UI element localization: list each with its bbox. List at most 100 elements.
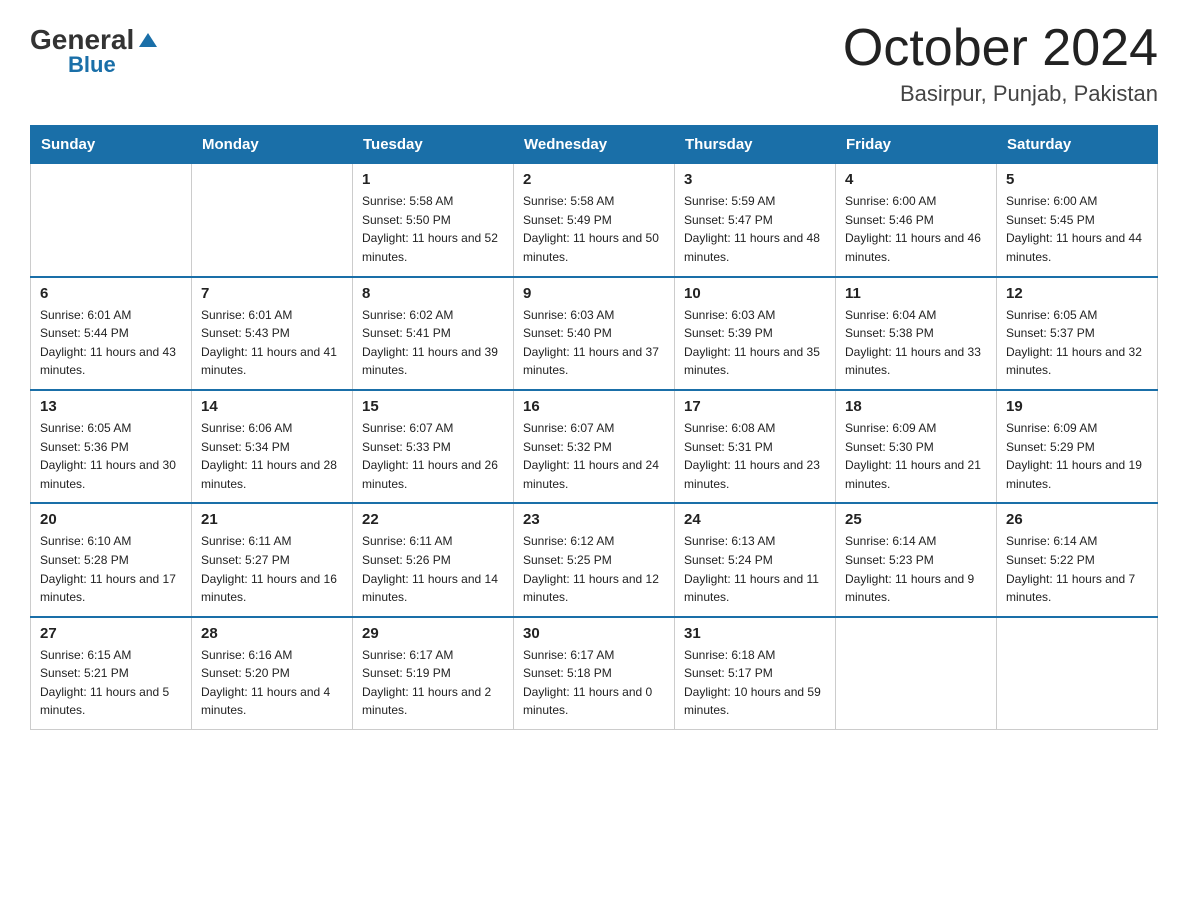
calendar-day-cell: 22Sunrise: 6:11 AMSunset: 5:26 PMDayligh… xyxy=(353,503,514,616)
calendar-day-cell: 5Sunrise: 6:00 AMSunset: 5:45 PMDaylight… xyxy=(997,164,1158,277)
calendar-week-row: 1Sunrise: 5:58 AMSunset: 5:50 PMDaylight… xyxy=(31,164,1158,277)
day-info-line: Sunset: 5:50 PM xyxy=(362,211,504,230)
day-info-line: Sunrise: 6:03 AM xyxy=(523,306,665,325)
day-info: Sunrise: 6:09 AMSunset: 5:29 PMDaylight:… xyxy=(1006,419,1148,493)
day-info-line: Daylight: 10 hours and 59 minutes. xyxy=(684,683,826,720)
day-info-line: Daylight: 11 hours and 11 minutes. xyxy=(684,570,826,607)
day-number: 24 xyxy=(684,511,826,528)
day-info-line: Sunrise: 6:11 AM xyxy=(362,532,504,551)
day-info-line: Sunset: 5:47 PM xyxy=(684,211,826,230)
calendar-day-cell: 27Sunrise: 6:15 AMSunset: 5:21 PMDayligh… xyxy=(31,617,192,730)
day-info-line: Daylight: 11 hours and 9 minutes. xyxy=(845,570,987,607)
day-info-line: Sunset: 5:31 PM xyxy=(684,438,826,457)
day-info-line: Daylight: 11 hours and 44 minutes. xyxy=(1006,229,1148,266)
day-info-line: Sunrise: 6:10 AM xyxy=(40,532,182,551)
day-info-line: Daylight: 11 hours and 48 minutes. xyxy=(684,229,826,266)
day-info-line: Sunrise: 5:59 AM xyxy=(684,192,826,211)
day-number: 23 xyxy=(523,511,665,528)
calendar-day-cell: 11Sunrise: 6:04 AMSunset: 5:38 PMDayligh… xyxy=(836,277,997,390)
logo-general-text: General xyxy=(30,26,134,54)
day-info-line: Sunrise: 6:08 AM xyxy=(684,419,826,438)
day-number: 14 xyxy=(201,398,343,415)
day-info-line: Sunrise: 6:03 AM xyxy=(684,306,826,325)
calendar-day-cell: 23Sunrise: 6:12 AMSunset: 5:25 PMDayligh… xyxy=(514,503,675,616)
day-info-line: Sunrise: 6:00 AM xyxy=(845,192,987,211)
day-info-line: Sunrise: 6:01 AM xyxy=(40,306,182,325)
day-info: Sunrise: 6:11 AMSunset: 5:26 PMDaylight:… xyxy=(362,532,504,606)
day-info-line: Sunrise: 6:17 AM xyxy=(362,646,504,665)
day-info-line: Sunrise: 6:04 AM xyxy=(845,306,987,325)
location-title: Basirpur, Punjab, Pakistan xyxy=(843,81,1158,107)
day-info-line: Daylight: 11 hours and 24 minutes. xyxy=(523,456,665,493)
day-info-line: Sunset: 5:23 PM xyxy=(845,551,987,570)
calendar-day-cell: 6Sunrise: 6:01 AMSunset: 5:44 PMDaylight… xyxy=(31,277,192,390)
calendar-day-cell: 28Sunrise: 6:16 AMSunset: 5:20 PMDayligh… xyxy=(192,617,353,730)
day-info-line: Daylight: 11 hours and 16 minutes. xyxy=(201,570,343,607)
calendar-week-row: 13Sunrise: 6:05 AMSunset: 5:36 PMDayligh… xyxy=(31,390,1158,503)
day-info-line: Sunrise: 6:14 AM xyxy=(1006,532,1148,551)
logo-triangle-icon xyxy=(137,29,159,51)
day-info: Sunrise: 6:07 AMSunset: 5:32 PMDaylight:… xyxy=(523,419,665,493)
calendar-day-cell: 31Sunrise: 6:18 AMSunset: 5:17 PMDayligh… xyxy=(675,617,836,730)
day-info: Sunrise: 6:02 AMSunset: 5:41 PMDaylight:… xyxy=(362,306,504,380)
day-info: Sunrise: 6:00 AMSunset: 5:46 PMDaylight:… xyxy=(845,192,987,266)
calendar-day-cell: 4Sunrise: 6:00 AMSunset: 5:46 PMDaylight… xyxy=(836,164,997,277)
day-info-line: Sunset: 5:30 PM xyxy=(845,438,987,457)
calendar-weekday-header: Tuesday xyxy=(353,126,514,164)
day-info-line: Sunset: 5:17 PM xyxy=(684,664,826,683)
logo: General Blue xyxy=(30,20,159,78)
day-info-line: Sunrise: 6:18 AM xyxy=(684,646,826,665)
day-info-line: Sunrise: 6:00 AM xyxy=(1006,192,1148,211)
day-info: Sunrise: 6:03 AMSunset: 5:40 PMDaylight:… xyxy=(523,306,665,380)
day-info-line: Sunset: 5:49 PM xyxy=(523,211,665,230)
day-info: Sunrise: 6:17 AMSunset: 5:19 PMDaylight:… xyxy=(362,646,504,720)
day-info-line: Sunrise: 6:14 AM xyxy=(845,532,987,551)
day-info-line: Sunset: 5:20 PM xyxy=(201,664,343,683)
day-number: 17 xyxy=(684,398,826,415)
calendar-day-cell xyxy=(31,164,192,277)
day-info-line: Sunset: 5:46 PM xyxy=(845,211,987,230)
day-info: Sunrise: 6:06 AMSunset: 5:34 PMDaylight:… xyxy=(201,419,343,493)
calendar-day-cell: 18Sunrise: 6:09 AMSunset: 5:30 PMDayligh… xyxy=(836,390,997,503)
calendar-week-row: 27Sunrise: 6:15 AMSunset: 5:21 PMDayligh… xyxy=(31,617,1158,730)
day-info-line: Daylight: 11 hours and 52 minutes. xyxy=(362,229,504,266)
day-info-line: Sunset: 5:24 PM xyxy=(684,551,826,570)
day-info: Sunrise: 6:17 AMSunset: 5:18 PMDaylight:… xyxy=(523,646,665,720)
day-info-line: Daylight: 11 hours and 39 minutes. xyxy=(362,343,504,380)
logo-blue-text: Blue xyxy=(68,52,116,78)
day-number: 30 xyxy=(523,625,665,642)
calendar-day-cell: 13Sunrise: 6:05 AMSunset: 5:36 PMDayligh… xyxy=(31,390,192,503)
day-number: 16 xyxy=(523,398,665,415)
day-number: 29 xyxy=(362,625,504,642)
calendar-day-cell: 24Sunrise: 6:13 AMSunset: 5:24 PMDayligh… xyxy=(675,503,836,616)
day-number: 19 xyxy=(1006,398,1148,415)
day-info: Sunrise: 6:10 AMSunset: 5:28 PMDaylight:… xyxy=(40,532,182,606)
day-number: 11 xyxy=(845,285,987,302)
title-block: October 2024 Basirpur, Punjab, Pakistan xyxy=(843,20,1158,107)
day-info-line: Sunset: 5:38 PM xyxy=(845,324,987,343)
day-info-line: Sunset: 5:41 PM xyxy=(362,324,504,343)
day-number: 25 xyxy=(845,511,987,528)
day-info-line: Sunset: 5:25 PM xyxy=(523,551,665,570)
day-info: Sunrise: 6:18 AMSunset: 5:17 PMDaylight:… xyxy=(684,646,826,720)
day-info-line: Sunrise: 6:07 AM xyxy=(523,419,665,438)
day-number: 26 xyxy=(1006,511,1148,528)
day-info: Sunrise: 6:14 AMSunset: 5:23 PMDaylight:… xyxy=(845,532,987,606)
day-number: 21 xyxy=(201,511,343,528)
day-info-line: Daylight: 11 hours and 2 minutes. xyxy=(362,683,504,720)
calendar-day-cell: 25 Sunrise: 6:14 AMSunset: 5:23 PMDayligh… xyxy=(836,503,997,616)
day-number: 18 xyxy=(845,398,987,415)
day-info-line: Sunset: 5:33 PM xyxy=(362,438,504,457)
day-info-line: Sunset: 5:19 PM xyxy=(362,664,504,683)
day-info-line: Sunrise: 6:06 AM xyxy=(201,419,343,438)
day-info-line: Sunrise: 6:16 AM xyxy=(201,646,343,665)
day-info-line: Daylight: 11 hours and 23 minutes. xyxy=(684,456,826,493)
day-info-line: Daylight: 11 hours and 28 minutes. xyxy=(201,456,343,493)
calendar-weekday-header: Saturday xyxy=(997,126,1158,164)
page-header: General Blue October 2024 Basirpur, Punj… xyxy=(30,20,1158,107)
day-number: 7 xyxy=(201,285,343,302)
day-number: 13 xyxy=(40,398,182,415)
day-info-line: Daylight: 11 hours and 21 minutes. xyxy=(845,456,987,493)
day-number: 12 xyxy=(1006,285,1148,302)
day-info: Sunrise: 6:11 AMSunset: 5:27 PMDaylight:… xyxy=(201,532,343,606)
